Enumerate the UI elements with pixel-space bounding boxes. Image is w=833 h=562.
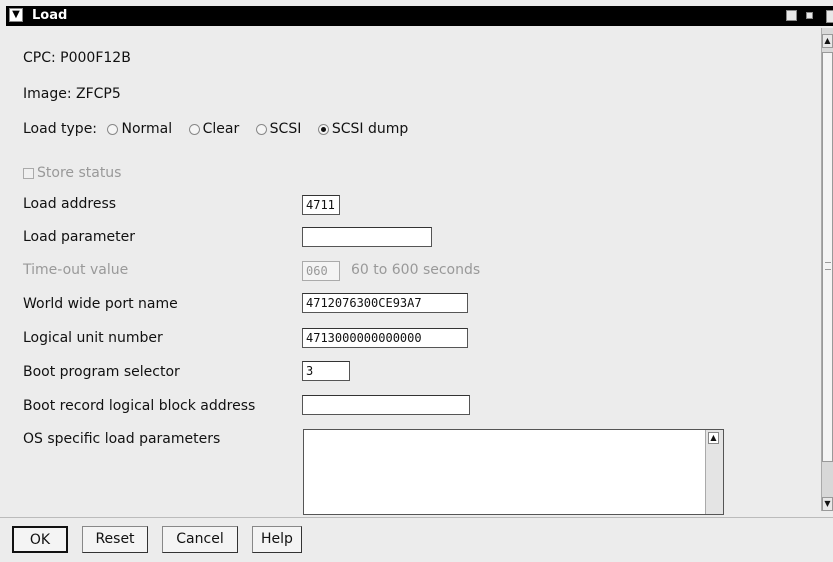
image-label: Image: ZFCP5 [23, 86, 121, 102]
load-type-group: Load type: Normal Clear SCSI SCSI dump [23, 121, 408, 137]
help-button[interactable]: Help [252, 526, 302, 553]
radio-scsi-dump-label[interactable]: SCSI dump [332, 121, 408, 137]
cpc-label: CPC: P000F12B [23, 50, 131, 66]
radio-normal[interactable] [107, 123, 119, 135]
scrollbar-thumb[interactable] [822, 52, 833, 462]
load-type-label: Load type: [23, 121, 98, 137]
os-params-textarea[interactable]: ▲ [303, 429, 724, 515]
ok-button[interactable]: OK [12, 526, 68, 553]
timeout-label: Time-out value [23, 262, 129, 278]
wwpn-label: World wide port name [23, 296, 178, 312]
title-bar: ▼ Load [6, 6, 833, 26]
load-address-field[interactable]: 4711 [302, 195, 340, 215]
minimize-icon[interactable] [786, 10, 797, 21]
boot-program-selector-field[interactable]: 3 [302, 361, 350, 381]
lun-field[interactable]: 4713000000000000 [302, 328, 468, 348]
load-parameter-field[interactable] [302, 227, 432, 247]
reset-button[interactable]: Reset [82, 526, 148, 553]
store-status-checkbox [23, 168, 34, 179]
store-status-label: Store status [37, 165, 122, 181]
close-icon[interactable] [826, 10, 833, 23]
boot-record-lba-field[interactable] [302, 395, 470, 415]
timeout-field: 060 [302, 261, 340, 281]
radio-normal-label[interactable]: Normal [121, 121, 172, 137]
maximize-icon[interactable] [806, 12, 813, 19]
system-menu-icon[interactable]: ▼ [9, 8, 23, 22]
scroll-up-icon[interactable]: ▲ [822, 34, 833, 48]
scroll-down-icon[interactable]: ▼ [822, 497, 833, 511]
os-params-label: OS specific load parameters [23, 431, 221, 447]
window-title: Load [32, 8, 68, 23]
timeout-hint: 60 to 600 seconds [351, 262, 481, 278]
cancel-button[interactable]: Cancel [162, 526, 238, 553]
radio-scsi[interactable] [255, 123, 267, 135]
radio-scsi-dump[interactable] [317, 123, 329, 135]
radio-clear-label[interactable]: Clear [203, 121, 240, 137]
boot-program-selector-label: Boot program selector [23, 364, 180, 380]
wwpn-field[interactable]: 4712076300CE93A7 [302, 293, 468, 313]
radio-clear[interactable] [188, 123, 200, 135]
boot-record-lba-label: Boot record logical block address [23, 398, 256, 414]
scroll-up-icon[interactable]: ▲ [708, 432, 719, 444]
window-scrollbar[interactable]: ▲ ▼ [821, 28, 833, 511]
textarea-scrollbar[interactable]: ▲ [705, 430, 723, 514]
lun-label: Logical unit number [23, 330, 163, 346]
load-address-label: Load address [23, 196, 117, 212]
load-parameter-label: Load parameter [23, 229, 135, 245]
radio-scsi-label[interactable]: SCSI [270, 121, 302, 137]
button-bar: OK Reset Cancel Help [0, 517, 833, 562]
